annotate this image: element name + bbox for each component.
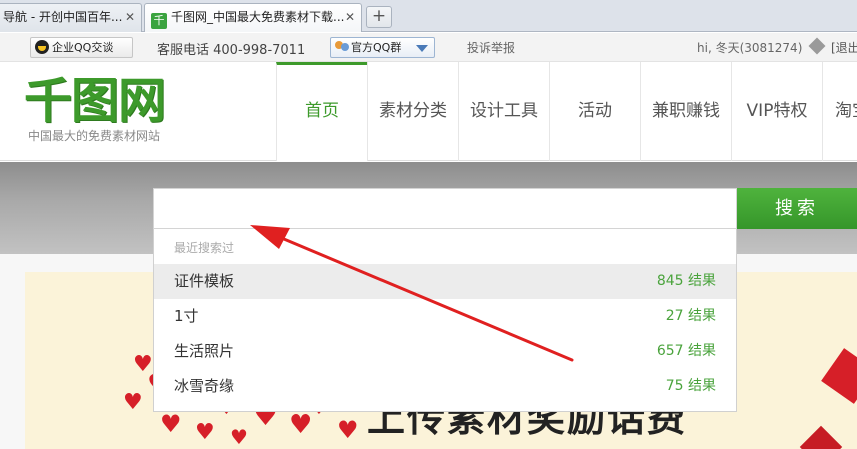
nav-item-taobao[interactable]: 淘宝 bbox=[822, 62, 857, 161]
browser-tab-qiantu[interactable]: 千千图网_中国最大免费素材下载... ✕ bbox=[144, 3, 362, 32]
dropdown-title: 最近搜索过 bbox=[174, 241, 235, 255]
browser-tab-strip: 导航 - 开创中国百年... ✕ 千千图网_中国最大免费素材下载... ✕ + bbox=[0, 0, 857, 32]
service-phone: 客服电话 400-998-7011 bbox=[157, 43, 306, 58]
recent-search-term: 证件模板 bbox=[174, 272, 235, 290]
official-qq-group-button[interactable]: 官方QQ群 bbox=[330, 37, 435, 58]
new-tab-button[interactable]: + bbox=[366, 6, 392, 28]
nav-item-home[interactable]: 首页 bbox=[276, 62, 367, 161]
result-count: 75 结果 bbox=[665, 378, 716, 394]
close-icon[interactable]: ✕ bbox=[125, 4, 135, 31]
group-icon bbox=[335, 40, 349, 53]
site-header: 千图网 中国最大的免费素材网站 首页 素材分类 设计工具 活动 兼职赚钱 VIP… bbox=[0, 62, 857, 161]
nav-item-categories[interactable]: 素材分类 bbox=[367, 62, 458, 161]
top-info-bar: 企业QQ交谈 客服电话 400-998-7011 官方QQ群 投诉举报 hi, … bbox=[0, 33, 857, 62]
nav-item-design-tools[interactable]: 设计工具 bbox=[458, 62, 549, 161]
logout-link[interactable]: [退出 bbox=[831, 39, 857, 56]
site-logo[interactable]: 千图网 bbox=[24, 76, 166, 126]
nav-item-vip[interactable]: VIP特权 bbox=[731, 62, 822, 161]
recent-search-term: 冰雪奇缘 bbox=[174, 377, 235, 395]
qq-penguin-icon bbox=[35, 40, 49, 54]
recent-search-item[interactable]: 证件模板 845 结果 bbox=[154, 264, 736, 299]
result-count: 657 结果 bbox=[656, 343, 716, 359]
result-count: 27 结果 bbox=[665, 308, 716, 324]
result-count: 845 结果 bbox=[656, 273, 716, 289]
heart-icon: ♥ bbox=[337, 416, 359, 444]
diamond-icon bbox=[808, 37, 826, 55]
recent-search-item[interactable]: 生活照片 657 结果 bbox=[154, 334, 736, 369]
heart-icon: ♥ bbox=[230, 425, 248, 449]
browser-tab-navigation[interactable]: 导航 - 开创中国百年... ✕ bbox=[0, 3, 142, 32]
qq-group-label: 官方QQ群 bbox=[351, 41, 402, 54]
recent-search-dropdown: 最近搜索过 证件模板 845 结果 1寸 27 结果 生活照片 657 结果 冰… bbox=[153, 229, 737, 412]
recent-search-item[interactable]: 1寸 27 结果 bbox=[154, 299, 736, 334]
search-input[interactable] bbox=[153, 188, 737, 229]
heart-icon: ♥ bbox=[289, 410, 313, 440]
recent-search-item[interactable]: 冰雪奇缘 75 结果 bbox=[154, 369, 736, 404]
enterprise-qq-button[interactable]: 企业QQ交谈 bbox=[30, 37, 133, 58]
recent-search-term: 1寸 bbox=[174, 307, 199, 325]
user-greeting[interactable]: hi, 冬天(3081274) bbox=[697, 39, 802, 56]
recent-search-term: 生活照片 bbox=[174, 342, 235, 360]
search-button[interactable]: 搜索 bbox=[737, 188, 857, 229]
heart-icon: ♥ bbox=[160, 410, 182, 438]
heart-icon: ♥ bbox=[123, 390, 143, 415]
close-icon[interactable]: ✕ bbox=[345, 4, 355, 31]
site-favicon-icon: 千 bbox=[151, 13, 167, 29]
nav-item-events[interactable]: 活动 bbox=[549, 62, 640, 161]
complaint-link[interactable]: 投诉举报 bbox=[467, 39, 515, 56]
site-slogan: 中国最大的免费素材网站 bbox=[28, 129, 161, 143]
qq-button-label: 企业QQ交谈 bbox=[52, 41, 114, 54]
chevron-down-icon bbox=[416, 45, 428, 52]
heart-icon: ♥ bbox=[195, 420, 215, 445]
nav-item-part-time[interactable]: 兼职赚钱 bbox=[640, 62, 731, 161]
tab-label: 千图网_中国最大免费素材下载... bbox=[171, 10, 345, 24]
tab-label: 导航 - 开创中国百年... bbox=[3, 10, 123, 24]
